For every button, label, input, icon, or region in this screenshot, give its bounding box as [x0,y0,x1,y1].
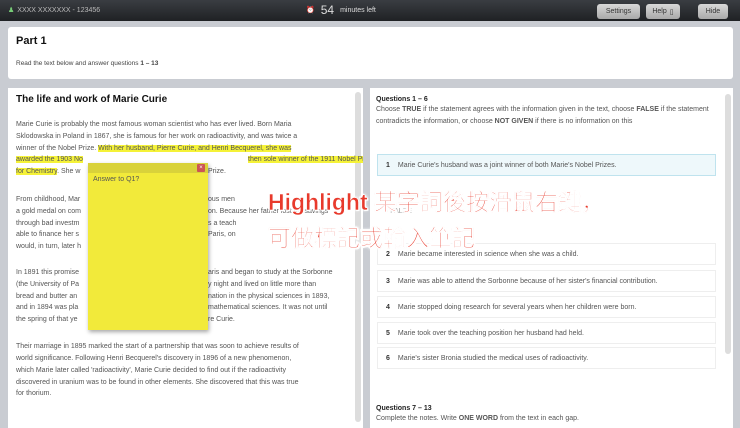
passage-text[interactable]: aris and began to study at the Sorbonne [208,269,333,276]
passage-line[interactable]: world significance. Following Henri Becq… [16,355,291,366]
passage-text[interactable]: Paris, on [208,231,236,238]
passage-text[interactable]: winner of the Nobel Prize. [16,145,98,152]
passage-text[interactable]: would, in turn, later h [16,243,81,250]
passage-line[interactable]: In 1891 this promise [16,269,79,280]
question-item[interactable]: 4 Marie stopped doing research for severa… [377,296,716,318]
question-item[interactable]: 3 Marie was able to attend the Sorbonne b… [377,270,716,292]
highlighted-text[interactable]: then sole winner of the 1911 Nobel Prize [248,156,363,163]
passage-title: The life and work of Marie Curie [16,94,168,105]
note-header[interactable]: × [88,163,208,173]
help-icon: ▯ [669,8,674,16]
question-number: 3 [386,277,390,285]
passage-line[interactable]: From childhood, Mar [16,196,80,207]
question-text: Marie stopped doing research for several… [397,303,637,311]
passage-text[interactable]: re Curie. [208,316,235,323]
caption-line-1: Highlight 某字詞後按滑鼠右鍵， [268,189,605,216]
question-text: Marie's sister Bronia studied the medica… [397,354,589,362]
caption-line-2: 可做標記或輸入筆記 [268,225,476,252]
part-title: Part 1 [16,35,47,47]
question-text: Marie Curie's husband was a joint winner… [397,161,617,169]
question-number: 5 [386,329,390,337]
question-text: Marie was able to attend the Sorbonne be… [397,277,658,285]
questions-panel: Questions 1 – 6 Choose TRUE if the state… [370,88,733,428]
time-remaining: 54 [320,3,335,17]
passage-text[interactable]: In 1891 this promise [16,269,79,276]
passage-text[interactable]: Prize. [208,168,226,175]
passage-text[interactable]: for thorium. [16,390,51,397]
help-button[interactable]: Help ▯ [646,4,680,19]
part-header: Part 1 Read the text below and answer qu… [8,27,733,79]
highlighted-text[interactable]: for Chemistry [16,168,58,175]
passage-text[interactable]: mathematical sciences. It was not until [208,304,327,311]
passage-text[interactable]: discovered in uranium was to be found in… [16,379,299,386]
question-item[interactable]: 1 Marie Curie's husband was a joint winne… [377,154,716,176]
timer: ⏰ 54 minutes left [306,3,376,17]
settings-label: Settings [605,8,632,15]
passage-line[interactable]: for thorium. [16,390,51,401]
passage-line[interactable]: for Chemistry. She w [16,168,80,179]
passage-text[interactable]: nation in the physical sciences in 1893, [208,293,329,300]
passage-text[interactable]: the spring of that ye [16,316,77,323]
passage-text[interactable]: a gold medal on com [16,208,81,215]
passage-text[interactable]: s a teach [208,220,236,227]
passage-line[interactable]: would, in turn, later h [16,243,81,254]
sticky-note[interactable]: × Answer to Q1? [88,163,208,330]
questions-heading-1: Questions 1 – 6 [376,96,428,103]
passage-line[interactable]: a gold medal on com [16,208,81,219]
passage-line[interactable]: discovered in uranium was to be found in… [16,379,299,390]
questions-scrollbar[interactable] [725,94,731,354]
question-item[interactable]: 5 Marie took over the teaching position h… [377,322,716,344]
passage-text[interactable]: Marie Curie is probably the most famous … [16,121,291,128]
questions-heading-2: Questions 7 – 13 [376,405,432,412]
close-note-icon[interactable]: × [197,164,205,172]
candidate-info: ♟ XXXX XXXXXXX - 123456 [8,6,101,15]
time-label: minutes left [340,6,376,14]
passage-text[interactable]: y night and lived on little more than [208,281,316,288]
passage-line[interactable]: Sklodowska in Poland in 1867, she is fam… [16,133,297,144]
passage-text[interactable]: bread and butter an [16,293,77,300]
passage-line[interactable]: Marie Curie is probably the most famous … [16,121,291,132]
passage-line[interactable]: the spring of that ye [16,316,77,327]
passage-text[interactable]: From childhood, Mar [16,196,80,203]
passage-line[interactable]: awarded the 1903 No [16,156,83,167]
alarm-clock-icon: ⏰ [306,7,315,14]
passage-text[interactable]: through bad investm [16,220,79,227]
passage-text[interactable]: Sklodowska in Poland in 1867, she is fam… [16,133,297,140]
passage-text[interactable]: Their marriage in 1895 marked the start … [16,343,299,350]
passage-text[interactable]: and in 1894 was pla [16,304,78,311]
hide-label: Hide [705,8,721,15]
passage-text[interactable]: ous men [208,196,235,203]
question-number: 4 [386,303,390,311]
passage-line[interactable]: winner of the Nobel Prize. With her husb… [16,145,292,156]
passage-text[interactable]: world significance. Following Henri Becq… [16,355,291,362]
passage-line[interactable]: (the University of Pa [16,281,79,292]
passage-line[interactable]: which Marie later called 'radioactivity'… [16,367,286,378]
settings-button[interactable]: Settings [597,4,640,19]
hide-button[interactable]: Hide [698,4,728,19]
highlighted-text[interactable]: awarded the 1903 No [16,156,83,163]
passage-line[interactable]: able to finance her s [16,231,79,242]
help-label: Help [652,8,667,15]
passage-line[interactable]: through bad investm [16,220,79,231]
question-item[interactable]: 6 Marie's sister Bronia studied the medic… [377,347,716,369]
passage-text[interactable]: which Marie later called 'radioactivity'… [16,367,286,374]
questions-instruction-1: Choose TRUE if the statement agrees with… [376,106,709,125]
passage-text[interactable]: able to finance her s [16,231,79,238]
part-instruction: Read the text below and answer questions… [16,60,159,67]
passage-line[interactable]: and in 1894 was pla [16,304,78,315]
question-text: Marie took over the teaching position he… [397,329,584,337]
questions-instruction-2: Complete the notes. Write ONE WORD from … [376,415,579,422]
question-number: 1 [386,161,390,169]
passage-scrollbar[interactable] [355,92,361,422]
user-icon: ♟ [8,7,15,14]
top-bar: ♟ XXXX XXXXXXX - 123456 ⏰ 54 minutes left S… [0,0,740,21]
passage-line[interactable]: Their marriage in 1895 marked the start … [16,343,299,354]
passage-text[interactable]: . She w [57,168,80,175]
question-number: 6 [386,354,390,362]
passage-text[interactable]: (the University of Pa [16,281,79,288]
highlighted-text[interactable]: With her husband, Pierre Curie, and Henr… [98,145,292,152]
passage-line[interactable]: bread and butter an [16,293,77,304]
candidate-id: XXXX XXXXXXX - 123456 [17,6,101,14]
note-text[interactable]: Answer to Q1? [88,173,208,186]
